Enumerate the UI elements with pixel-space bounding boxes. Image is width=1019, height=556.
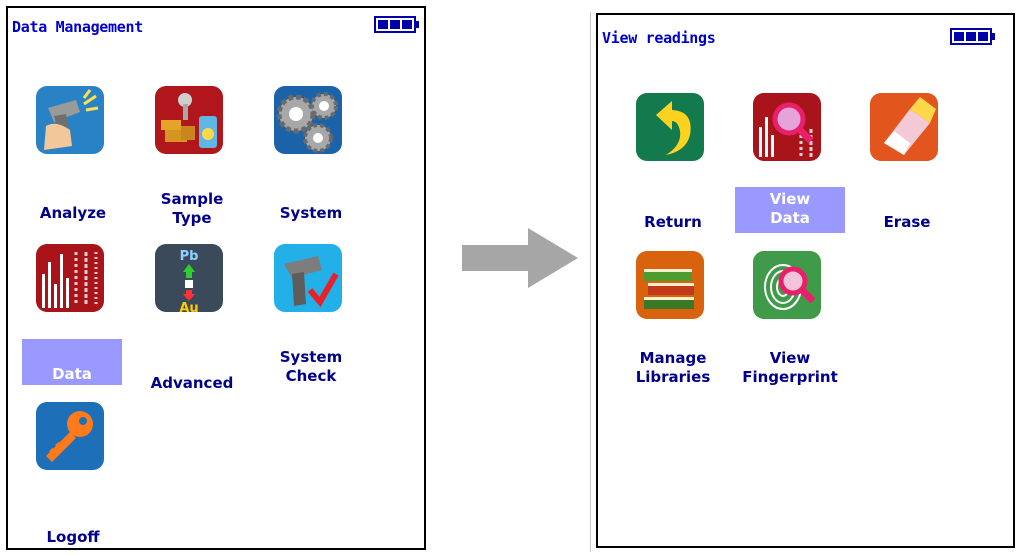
key-icon	[36, 402, 104, 470]
screen-title: Data Management	[12, 18, 143, 36]
erase-label: Erase	[883, 213, 931, 231]
data-management-screen: Data Management Analyze Sample Type Syst…	[6, 6, 426, 550]
screen-title: View readings	[602, 29, 716, 47]
data-label: Data	[22, 339, 122, 385]
view-data-label: View Data	[735, 187, 845, 233]
au-text: Au	[179, 301, 198, 312]
view-data-icon	[753, 93, 821, 161]
battery-icon	[374, 16, 419, 33]
system-label: System	[279, 204, 343, 222]
battery-icon	[950, 28, 995, 45]
title-bar: View readings	[598, 15, 1013, 55]
libraries-label: Libraries	[635, 368, 711, 386]
pb-text: Pb	[180, 249, 199, 264]
view-label: View	[769, 349, 811, 367]
advanced-label: Advanced	[150, 374, 234, 392]
manage-label: Manage	[639, 349, 707, 367]
analyze-label: Analyze	[39, 204, 107, 222]
title-bar: Data Management	[8, 8, 424, 48]
system-check-icon	[274, 244, 342, 312]
system-check-line2-label: Check	[285, 367, 337, 385]
view-readings-screen: View readings Return View Data Erase Man…	[596, 13, 1015, 548]
fingerprint-label: Fingerprint	[742, 368, 838, 386]
separator-line	[590, 12, 591, 552]
sample-type-icon	[155, 86, 223, 154]
arrow-right-icon	[462, 228, 578, 288]
pb-au-icon: Pb Au	[155, 244, 223, 312]
analyzer-gun-icon	[36, 86, 104, 154]
fingerprint-icon	[753, 251, 821, 319]
system-check-line1-label: System	[279, 348, 343, 366]
return-label: Return	[644, 213, 702, 231]
gears-icon	[274, 86, 342, 154]
data-label: Data	[770, 209, 810, 227]
books-icon	[636, 251, 704, 319]
eraser-icon	[870, 93, 938, 161]
return-arrow-icon	[636, 93, 704, 161]
sample-label: Sample	[160, 190, 224, 208]
data-chart-icon	[36, 244, 104, 312]
type-label: Type	[172, 209, 212, 227]
logoff-label: Logoff	[46, 528, 100, 546]
view-label: View	[769, 190, 811, 208]
